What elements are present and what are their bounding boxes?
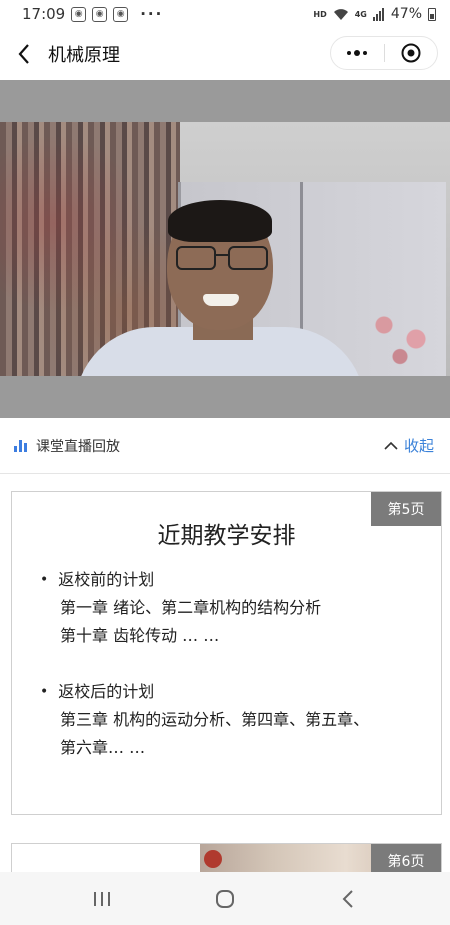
app-notification-icon: ◉: [92, 6, 108, 22]
system-back-button[interactable]: [318, 872, 378, 925]
battery-percent: 47%: [390, 6, 422, 22]
section-heading: 返校前的计划: [40, 566, 321, 594]
system-nav-bar: [0, 872, 450, 925]
status-left: 17:09 ◉ ◉ ◉ ···: [22, 5, 163, 23]
chevron-up-icon: [384, 441, 398, 450]
video-person-glasses: [174, 246, 270, 272]
video-player[interactable]: [0, 80, 450, 418]
slide-card[interactable]: 第5页 近期教学安排 返校前的计划 第一章 绪论、第二章机构的结构分析 第十章 …: [11, 491, 442, 815]
network-type-label: 4G: [354, 9, 367, 19]
more-notifications-indicator: ···: [140, 5, 164, 23]
back-icon[interactable]: [4, 28, 44, 80]
video-decor: [360, 297, 440, 367]
slide-title: 近期教学安排: [157, 523, 296, 549]
more-menu-button[interactable]: [331, 36, 384, 70]
slide-section: 返校前的计划 第一章 绪论、第二章机构的结构分析 第十章 齿轮传动 … …: [40, 566, 321, 650]
video-person-mouth: [203, 294, 239, 306]
home-button[interactable]: [195, 872, 255, 925]
status-right: HD 4G 47%: [313, 6, 436, 22]
replay-header: 课堂直播回放 收起: [0, 418, 450, 474]
more-dots-icon: [347, 50, 368, 56]
recent-apps-icon: [93, 891, 110, 906]
nav-bar: 机械原理: [0, 28, 450, 80]
chevron-left-icon: [342, 889, 354, 908]
close-mini-program-button[interactable]: [384, 36, 437, 70]
slide-section: 返校后的计划 第三章 机构的运动分析、第四章、第五章、 第六章… …: [40, 678, 369, 762]
section-heading: 返校后的计划: [40, 678, 369, 706]
app-notification-icon: ◉: [113, 6, 129, 22]
hd-label: HD: [313, 9, 327, 19]
home-icon: [215, 889, 234, 908]
recent-apps-button[interactable]: [72, 872, 132, 925]
signal-icon: [372, 7, 384, 21]
collapse-button[interactable]: 收起: [384, 435, 434, 456]
app-notification-icon: ◉: [71, 6, 87, 22]
replay-label: 课堂直播回放: [36, 438, 120, 455]
status-bar: 17:09 ◉ ◉ ◉ ··· HD 4G 47%: [0, 0, 450, 28]
target-close-icon: [401, 43, 421, 63]
section-line: 第一章 绪论、第二章机构的结构分析: [60, 598, 322, 617]
battery-icon: [428, 7, 436, 21]
video-frame: [0, 122, 450, 376]
section-line: 第六章… …: [60, 738, 146, 757]
page-title: 机械原理: [48, 45, 120, 66]
collapse-label: 收起: [403, 437, 434, 455]
mini-program-capsule: [330, 36, 438, 70]
section-line: 第十章 齿轮传动 … …: [60, 626, 220, 645]
section-line: 第三章 机构的运动分析、第四章、第五章、: [60, 710, 370, 729]
wifi-icon: [333, 8, 348, 20]
live-bars-icon: [14, 439, 28, 452]
status-time: 17:09: [22, 5, 66, 23]
video-person-hair: [168, 200, 272, 242]
